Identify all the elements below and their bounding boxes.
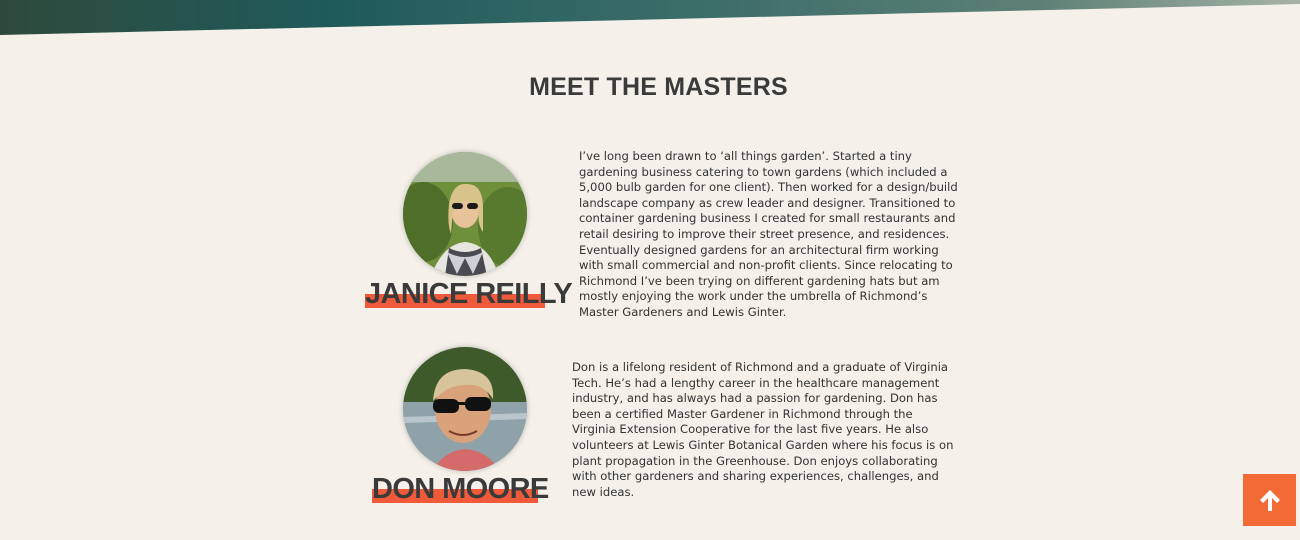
arrow-up-icon	[1259, 490, 1280, 511]
scroll-to-top-button[interactable]	[1243, 474, 1296, 526]
member-name: JANICE REILLY	[365, 277, 573, 311]
member-photo	[403, 152, 527, 276]
member-name-text: JANICE REILLY	[365, 278, 573, 310]
member-bio: I’ve long been drawn to ‘all things gard…	[579, 149, 958, 319]
member-name-text: DON MOORE	[372, 473, 549, 505]
section-title: MEET THE MASTERS	[529, 73, 788, 101]
page: MEET THE MASTERS JANICE REILLY I’ve long…	[0, 0, 1300, 540]
member-photo	[403, 347, 527, 471]
member-name: DON MOORE	[372, 472, 549, 506]
hero-image-strip	[0, 0, 1300, 40]
member-bio: Don is a lifelong resident of Richmond a…	[572, 360, 954, 499]
